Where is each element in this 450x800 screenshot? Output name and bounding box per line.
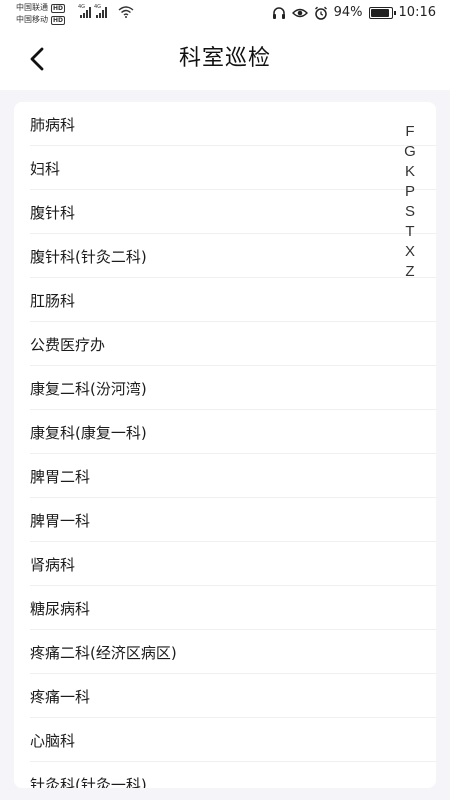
department-list[interactable]: 肺病科妇科腹针科腹针科(针灸二科) 肛肠科公费医疗办康复二科(汾河湾) 康复科(康复… — [14, 102, 436, 788]
department-name: 疼痛二科(经济区病区) — [30, 643, 177, 662]
department-name: 腹针科 — [30, 203, 76, 222]
department-list-item[interactable]: 腹针科(针灸二科) — [14, 234, 436, 278]
department-name: 妇科 — [30, 159, 61, 178]
battery-fill — [370, 8, 390, 17]
network-type-label: 4G — [78, 4, 86, 10]
battery-icon — [368, 6, 396, 19]
status-right: 94% 10:16 — [272, 5, 436, 20]
department-name: 公费医疗办 — [30, 335, 106, 354]
department-name: 腹针科(针灸二科) — [30, 247, 147, 266]
status-bar: 中国联通 HD 中国移动 HD 4G 4G 94% 10:16 — [0, 0, 450, 28]
clock-time: 10:16 — [398, 5, 436, 20]
hd-badge: HD — [51, 15, 66, 25]
index-letter-k[interactable]: K — [405, 162, 415, 182]
department-name: 糖尿病科 — [30, 599, 91, 618]
department-list-item[interactable]: 公费医疗办 — [14, 322, 436, 366]
department-name: 脾胃一科 — [30, 511, 91, 530]
carrier-1-label: 中国联通 — [16, 3, 48, 12]
department-list-item[interactable]: 肛肠科 — [14, 278, 436, 322]
alphabet-index[interactable]: FGKPSTXZ — [400, 122, 420, 282]
department-name: 脾胃二科 — [30, 467, 91, 486]
signal-icon: 4G — [78, 4, 91, 18]
department-name: 疼痛一科 — [30, 687, 91, 706]
index-letter-p[interactable]: P — [405, 182, 415, 202]
department-list-item[interactable]: 肺病科 — [14, 102, 436, 146]
department-list-item[interactable]: 针灸科(针灸一科) — [14, 762, 436, 789]
navigation-bar: 科室巡检 — [0, 28, 450, 90]
department-list-item[interactable]: 妇科 — [14, 146, 436, 190]
index-letter-g[interactable]: G — [404, 142, 416, 162]
department-list-item[interactable]: 康复科(康复一科) — [14, 410, 436, 454]
signal-icon: 4G — [94, 4, 107, 18]
department-list-item[interactable]: 疼痛二科(经济区病区) — [14, 630, 436, 674]
department-name: 康复科(康复一科) — [30, 423, 147, 442]
network-type-label: 4G — [94, 4, 102, 10]
carrier-info: 中国联通 HD 中国移动 HD — [16, 2, 66, 26]
signal-icon: 4G 4G — [78, 4, 134, 18]
wifi-icon — [118, 6, 134, 18]
headset-icon — [272, 6, 285, 19]
department-name: 针灸科(针灸一科) — [30, 775, 147, 789]
index-letter-s[interactable]: S — [405, 202, 415, 222]
department-list-item[interactable]: 糖尿病科 — [14, 586, 436, 630]
index-letter-f[interactable]: F — [405, 122, 414, 142]
department-list-item[interactable]: 腹针科 — [14, 190, 436, 234]
index-letter-t[interactable]: T — [405, 222, 414, 242]
department-name: 肾病科 — [30, 555, 76, 574]
index-letter-x[interactable]: X — [405, 242, 415, 262]
department-list-item[interactable]: 脾胃二科 — [14, 454, 436, 498]
department-name: 肛肠科 — [30, 291, 76, 310]
department-list-item[interactable]: 康复二科(汾河湾) — [14, 366, 436, 410]
department-name: 康复二科(汾河湾) — [30, 379, 147, 398]
page-title: 科室巡检 — [178, 46, 271, 71]
department-name: 心脑科 — [30, 731, 76, 750]
department-list-item[interactable]: 肾病科 — [14, 542, 436, 586]
department-name: 肺病科 — [30, 115, 76, 134]
department-list-item[interactable]: 脾胃一科 — [14, 498, 436, 542]
index-letter-z[interactable]: Z — [405, 262, 414, 282]
department-list-item[interactable]: 心脑科 — [14, 718, 436, 762]
battery-percentage: 94% — [333, 5, 363, 20]
alarm-icon — [314, 6, 327, 20]
hd-badge: HD — [51, 3, 66, 13]
department-list-item[interactable]: 疼痛一科 — [14, 674, 436, 718]
eye-care-icon — [291, 8, 308, 17]
carrier-2-label: 中国移动 — [16, 15, 48, 24]
